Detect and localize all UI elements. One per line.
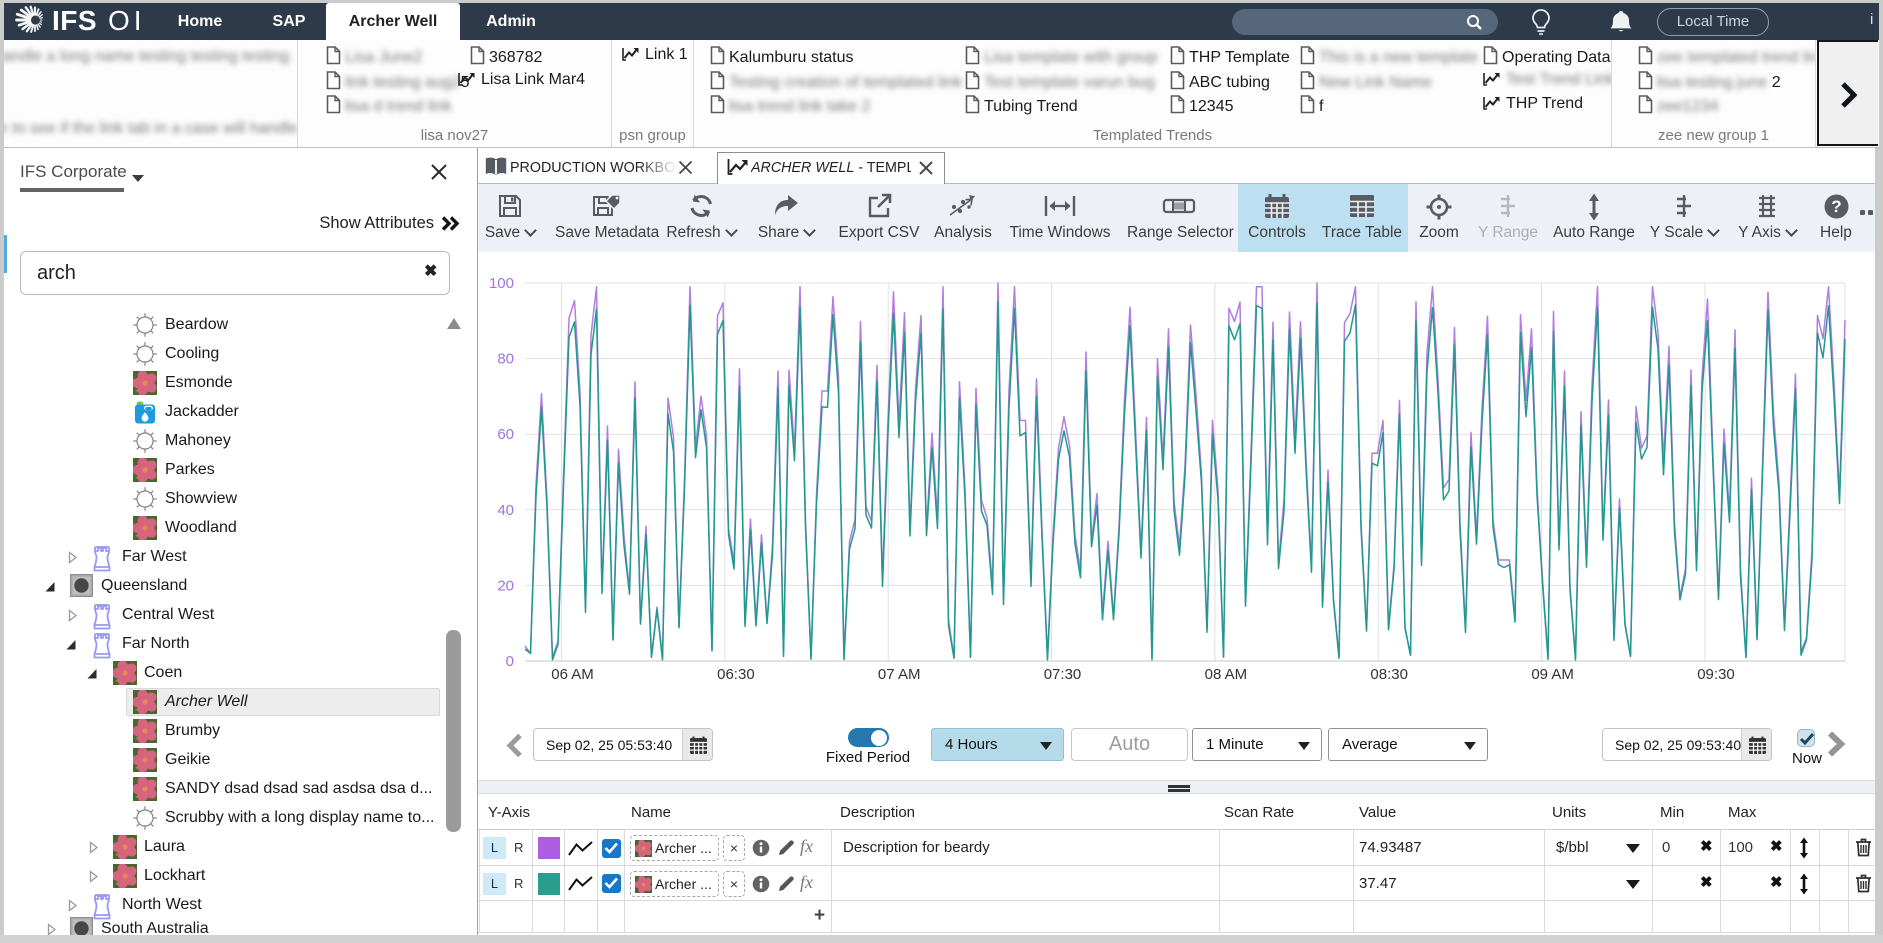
svg-text:?: ? xyxy=(1831,197,1841,216)
svg-text:0: 0 xyxy=(506,653,514,670)
svg-text:08:30: 08:30 xyxy=(1370,666,1408,683)
svg-text:20: 20 xyxy=(497,577,514,594)
svg-text:07:30: 07:30 xyxy=(1044,666,1082,683)
svg-text:80: 80 xyxy=(497,351,514,368)
svg-text:100: 100 xyxy=(489,275,514,292)
svg-text:06:30: 06:30 xyxy=(717,666,755,683)
svg-text:06 AM: 06 AM xyxy=(551,666,594,683)
svg-text:40: 40 xyxy=(497,502,514,519)
svg-text:60: 60 xyxy=(497,426,514,443)
svg-text:09:30: 09:30 xyxy=(1697,666,1735,683)
svg-text:09 AM: 09 AM xyxy=(1531,666,1574,683)
svg-text:08 AM: 08 AM xyxy=(1205,666,1248,683)
svg-text:07 AM: 07 AM xyxy=(878,666,921,683)
